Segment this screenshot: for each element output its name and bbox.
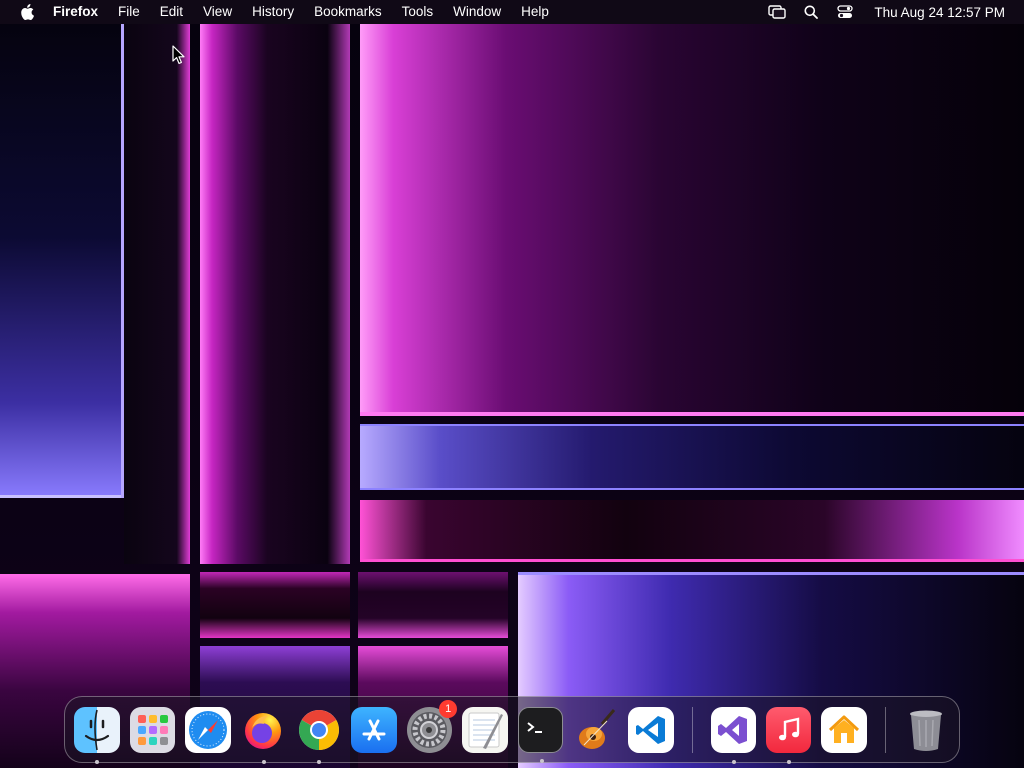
dock-app-visual-studio-code[interactable] <box>628 706 674 753</box>
wallpaper-panel <box>360 24 1024 416</box>
menu-bookmarks[interactable]: Bookmarks <box>304 0 392 24</box>
wallpaper-panel <box>124 24 190 564</box>
mouse-cursor-icon <box>172 45 185 64</box>
vscode-icon <box>635 715 665 744</box>
dock: 1 <box>64 696 960 764</box>
dock-app-garageband[interactable] <box>573 707 618 753</box>
wallpaper-panel <box>200 572 350 638</box>
menu-file[interactable]: File <box>108 0 150 24</box>
menu-edit[interactable]: Edit <box>150 0 193 24</box>
screen-mirroring-icon[interactable] <box>766 0 788 24</box>
menu-bar-left: Firefox File Edit View History Bookmarks… <box>0 0 559 24</box>
menu-window[interactable]: Window <box>443 0 511 24</box>
garageband-icon <box>578 708 615 749</box>
menu-bar-clock[interactable]: Thu Aug 24 12:57 PM <box>862 5 1024 20</box>
safari-icon <box>189 710 228 749</box>
dock-app-finder[interactable] <box>74 706 120 764</box>
music-icon <box>778 716 799 740</box>
terminal-icon <box>527 721 543 733</box>
dock-trash[interactable] <box>904 707 949 753</box>
menu-bar: Firefox File Edit View History Bookmarks… <box>0 0 1024 24</box>
textedit-icon <box>468 712 503 749</box>
dock-app-music[interactable] <box>765 706 812 764</box>
apple-menu-icon[interactable] <box>17 0 37 24</box>
wallpaper-panel <box>0 24 124 498</box>
dock-app-firefox[interactable] <box>241 707 286 764</box>
chrome-icon <box>298 709 339 750</box>
dock-app-terminal[interactable] <box>517 706 563 763</box>
running-indicator <box>95 759 99 764</box>
running-indicator <box>786 759 791 764</box>
dock-separator <box>691 706 693 753</box>
firefox-icon <box>245 712 282 749</box>
dock-app-safari[interactable] <box>185 706 231 753</box>
wallpaper-panel <box>358 572 508 638</box>
launchpad-icon <box>137 714 168 745</box>
dock-app-textedit[interactable] <box>462 706 508 753</box>
running-indicator <box>539 758 544 763</box>
dock-app-visual-studio[interactable] <box>710 706 756 764</box>
menu-tools[interactable]: Tools <box>392 0 444 24</box>
home-icon <box>828 715 860 743</box>
app-store-icon <box>362 719 386 740</box>
menu-history[interactable]: History <box>242 0 304 24</box>
desktop-wallpaper <box>0 0 1024 768</box>
wallpaper-panel <box>360 424 1024 490</box>
trash-icon <box>910 710 943 751</box>
dock-app-google-chrome[interactable] <box>296 707 341 764</box>
dock-app-app-store[interactable] <box>351 706 397 753</box>
menu-app-name[interactable]: Firefox <box>37 0 108 24</box>
control-center-icon[interactable] <box>834 0 856 24</box>
dock-app-launchpad[interactable] <box>130 706 176 753</box>
dock-app-home[interactable] <box>821 706 867 753</box>
wallpaper-panel <box>360 500 1024 562</box>
running-indicator <box>317 759 322 764</box>
menu-view[interactable]: View <box>193 0 242 24</box>
visual-studio-icon <box>718 715 748 744</box>
finder-icon <box>84 709 110 750</box>
running-indicator <box>261 759 266 764</box>
dock-app-system-settings[interactable]: 1 <box>406 699 458 753</box>
spotlight-search-icon[interactable] <box>800 0 822 24</box>
menu-help[interactable]: Help <box>511 0 559 24</box>
wallpaper-panel <box>200 24 350 564</box>
menu-bar-right: Thu Aug 24 12:57 PM <box>760 0 1024 24</box>
notification-badge: 1 <box>439 699 458 718</box>
dock-separator <box>884 706 886 753</box>
running-indicator <box>731 759 736 764</box>
